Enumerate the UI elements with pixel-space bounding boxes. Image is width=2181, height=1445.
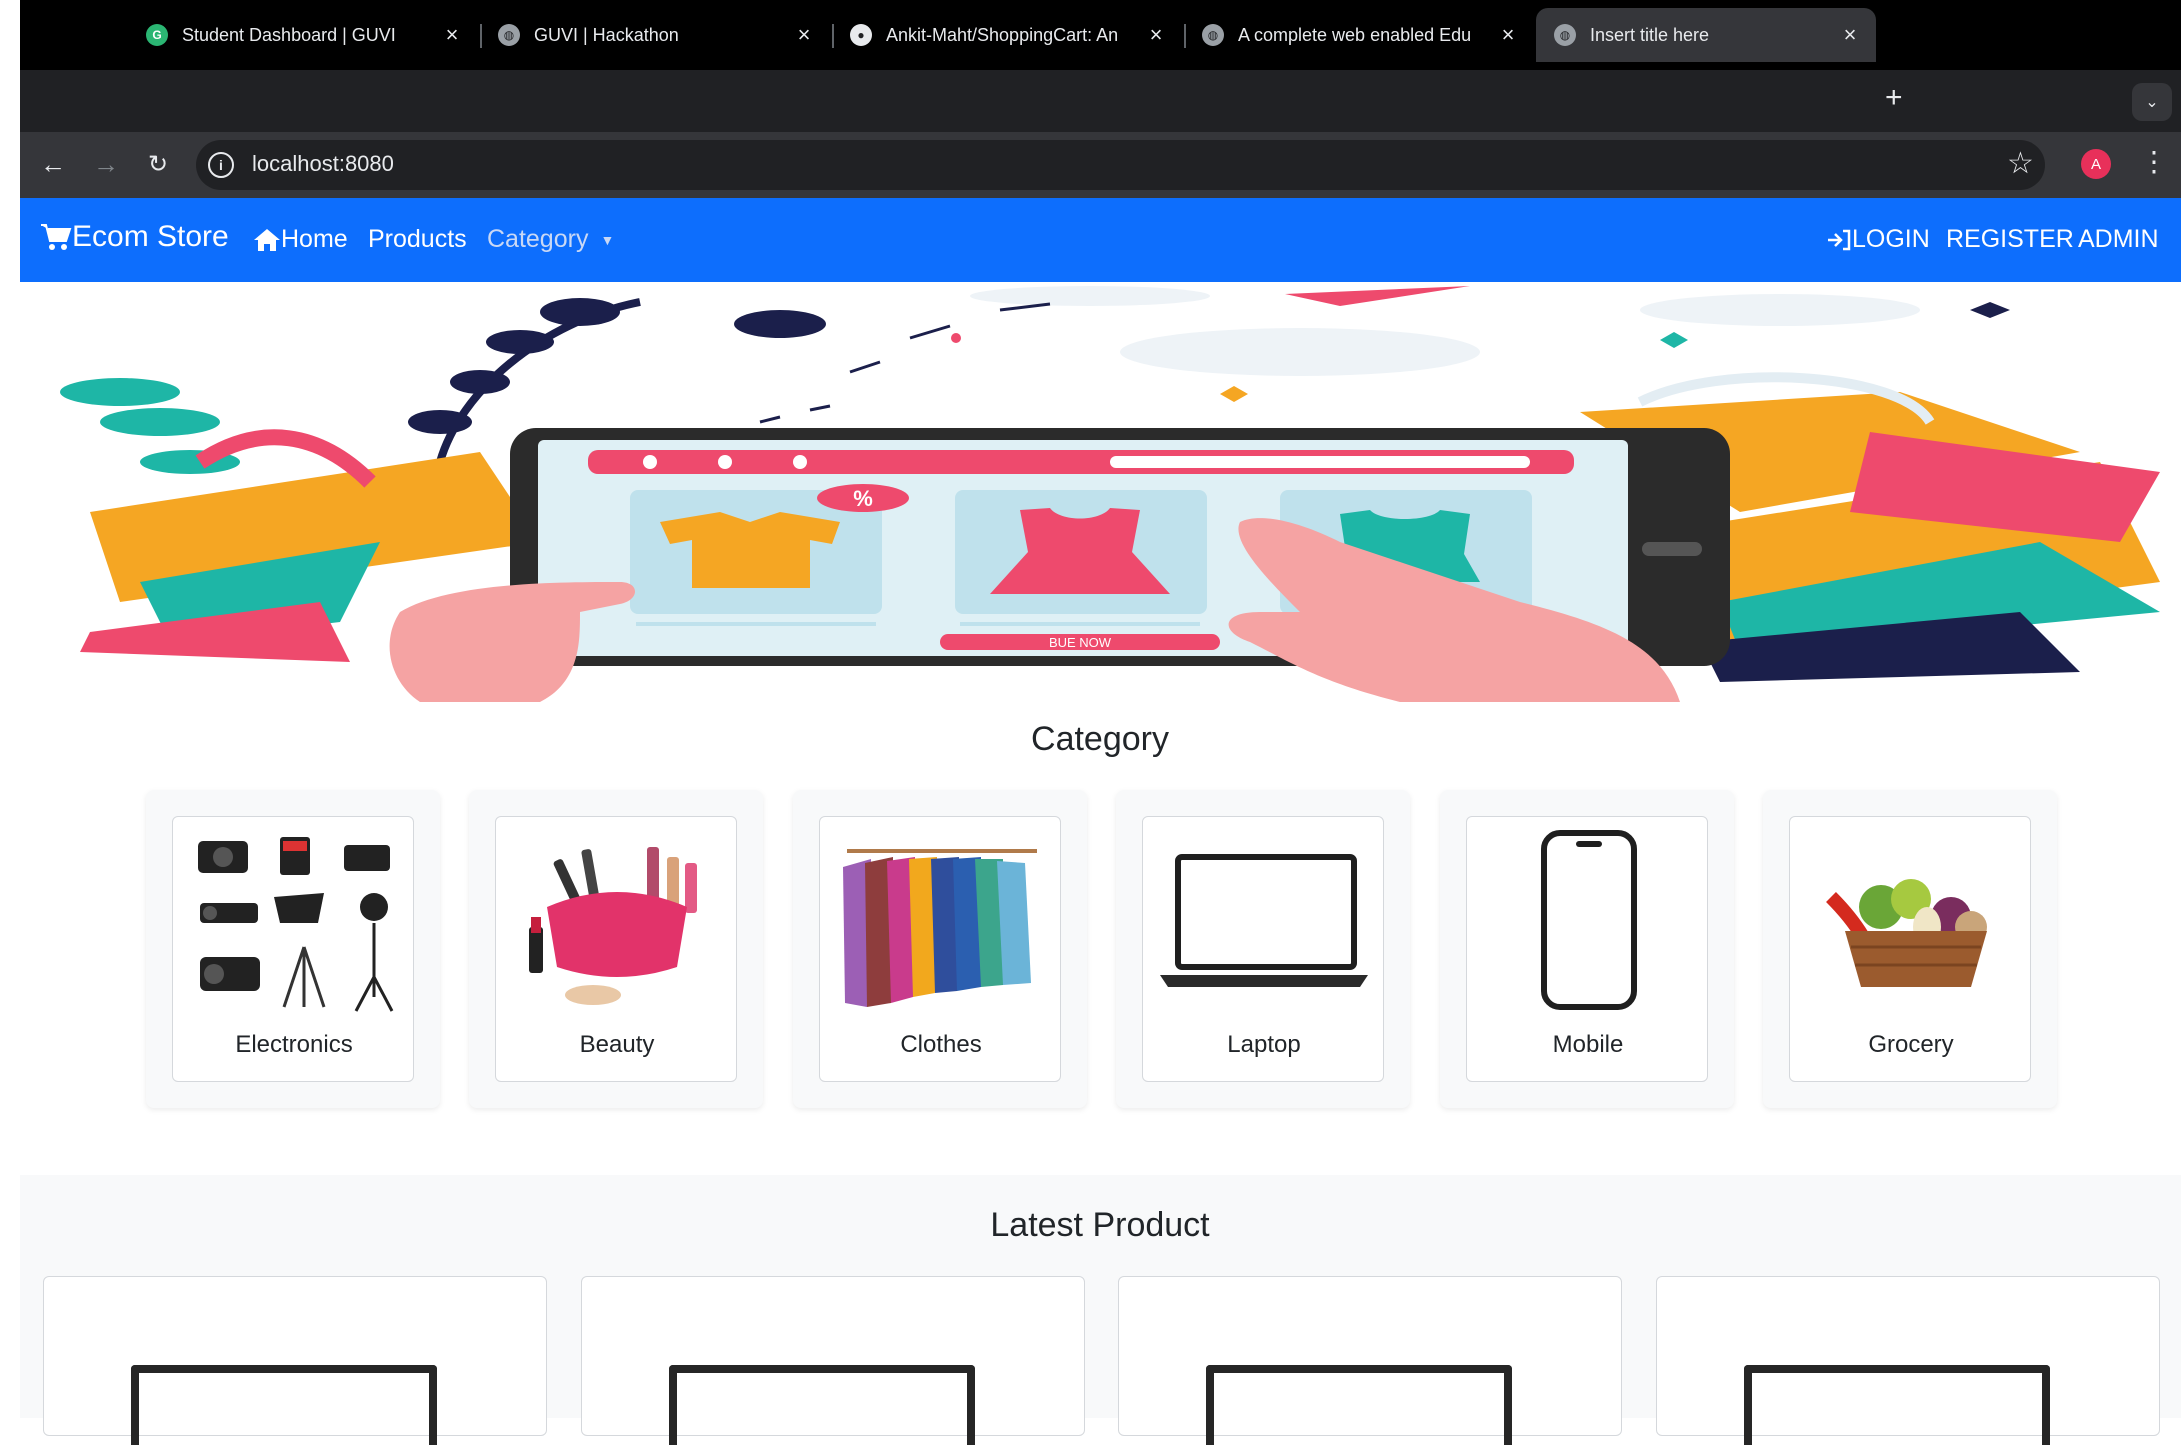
beauty-image	[529, 847, 697, 1005]
category-label: Mobile	[1552, 1031, 1624, 1058]
category-card-grocery[interactable]: Grocery	[1763, 790, 2057, 1108]
close-tab-icon[interactable]: ×	[792, 22, 816, 48]
cart-icon	[41, 224, 72, 250]
category-label: Laptop	[1227, 1031, 1301, 1058]
tab-student-dashboard[interactable]: G Student Dashboard | GUVI ×	[128, 8, 478, 62]
tab-title: Ankit-Maht/ShoppingCart: An	[886, 24, 1119, 45]
arrow-right-icon: →	[93, 148, 119, 179]
close-tab-icon[interactable]: ×	[1496, 22, 1520, 48]
tab-guvi-hackathon[interactable]: ◍ GUVI | Hackathon ×	[480, 8, 830, 62]
product-laptop-image	[1206, 1365, 1512, 1445]
category-card-inner[interactable]: Electronics	[172, 816, 414, 1082]
globe-icon: ◍	[1554, 24, 1576, 46]
url-text[interactable]: localhost:8080	[252, 151, 394, 177]
buy-now-label: BUE NOW	[1049, 635, 1112, 650]
product-laptop-image	[131, 1365, 437, 1445]
forward-button[interactable]: →	[88, 146, 124, 182]
category-card-inner[interactable]: Beauty	[495, 816, 737, 1082]
product-card[interactable]	[43, 1276, 547, 1445]
category-card-laptop[interactable]: Laptop	[1116, 790, 1410, 1108]
screen: G Student Dashboard | GUVI × ◍ GUVI | Ha…	[0, 0, 2181, 1445]
bookmark-star-icon[interactable]: ☆	[2007, 146, 2034, 181]
product-card[interactable]	[581, 1276, 1085, 1445]
nav-products[interactable]: Products	[368, 225, 467, 254]
browser-menu-icon[interactable]: ⋮	[2140, 145, 2168, 178]
category-label: Beauty	[579, 1031, 655, 1058]
mobile-image	[1541, 830, 1637, 1010]
brand-link[interactable]: Ecom Store	[40, 220, 229, 254]
laptop-image	[1160, 854, 1368, 987]
tab-web-enabled-edu[interactable]: ◍ A complete web enabled Edu ×	[1184, 8, 1534, 62]
category-card-mobile[interactable]: Mobile	[1440, 790, 1734, 1108]
product-laptop-image	[1744, 1365, 2050, 1445]
product-card[interactable]	[1118, 1276, 1622, 1445]
chevron-down-icon: ⌄	[2145, 94, 2159, 111]
clothes-image	[843, 849, 1037, 1007]
tab-title: Student Dashboard | GUVI	[182, 24, 396, 45]
product-laptop-image	[669, 1365, 975, 1445]
close-tab-icon[interactable]: ×	[440, 22, 464, 48]
electronics-image	[198, 837, 394, 1012]
category-label: Clothes	[900, 1031, 982, 1058]
arrow-left-icon: ←	[40, 148, 66, 179]
category-card-inner[interactable]: Clothes	[819, 816, 1061, 1082]
category-card-electronics[interactable]: Electronics	[146, 790, 440, 1108]
category-label: Grocery	[1868, 1031, 1954, 1058]
category-card-beauty[interactable]: Beauty	[469, 790, 763, 1108]
grocery-image	[1826, 879, 1987, 987]
guvi-favicon-icon: G	[146, 24, 168, 46]
brand-name: Ecom Store	[72, 220, 229, 253]
tab-insert-title-here[interactable]: ◍ Insert title here ×	[1536, 8, 1876, 62]
new-tab-button[interactable]: +	[1885, 81, 1903, 115]
address-bar[interactable]	[196, 140, 2045, 190]
nav-login[interactable]: LOGIN	[1826, 225, 1930, 254]
category-card-inner[interactable]: Mobile	[1466, 816, 1708, 1082]
close-tab-icon[interactable]: ×	[1144, 22, 1168, 48]
browser-tab-strip	[20, 70, 2181, 132]
tab-search-button[interactable]: ⌄	[2132, 83, 2172, 121]
tab-title: A complete web enabled Edu	[1238, 24, 1472, 45]
caret-down-icon: ▼	[600, 231, 615, 248]
category-label: Electronics	[235, 1031, 353, 1058]
nav-home[interactable]: Home	[253, 225, 348, 254]
category-card-inner[interactable]: Laptop	[1142, 816, 1384, 1082]
latest-product-title: Latest Product	[990, 1206, 1210, 1244]
nav-home-label: Home	[281, 225, 348, 253]
discount-badge: %	[853, 486, 873, 511]
login-icon	[1828, 229, 1851, 250]
nav-register[interactable]: REGISTER	[1946, 225, 2074, 254]
close-tab-icon[interactable]: ×	[1838, 22, 1862, 48]
tab-github-shoppingcart[interactable]: ● Ankit-Maht/ShoppingCart: An ×	[832, 8, 1182, 62]
globe-icon: ◍	[498, 24, 520, 46]
site-info-icon[interactable]: i	[208, 152, 234, 178]
reload-button[interactable]: ↻	[140, 146, 176, 182]
product-card[interactable]	[1656, 1276, 2160, 1445]
globe-icon: ◍	[1202, 24, 1224, 46]
github-icon: ●	[850, 24, 872, 46]
screen-left-margin	[0, 0, 20, 1418]
nav-category-dropdown[interactable]: Category ▼	[487, 225, 614, 254]
home-icon	[254, 228, 280, 251]
back-button[interactable]: ←	[35, 146, 71, 182]
nav-login-label: LOGIN	[1852, 225, 1930, 253]
tab-title: GUVI | Hackathon	[534, 24, 679, 45]
nav-admin[interactable]: ADMIN	[2078, 225, 2159, 254]
category-card-inner[interactable]: Grocery	[1789, 816, 2031, 1082]
hero-banner-illustration: % BUE NOW	[60, 286, 2160, 702]
tab-title: Insert title here	[1590, 24, 1710, 45]
reload-icon: ↻	[147, 150, 169, 178]
category-card-clothes[interactable]: Clothes	[793, 790, 1087, 1108]
profile-avatar[interactable]: A	[2081, 149, 2111, 179]
category-section-title: Category	[1031, 720, 1169, 758]
nav-category-label: Category	[487, 225, 589, 253]
